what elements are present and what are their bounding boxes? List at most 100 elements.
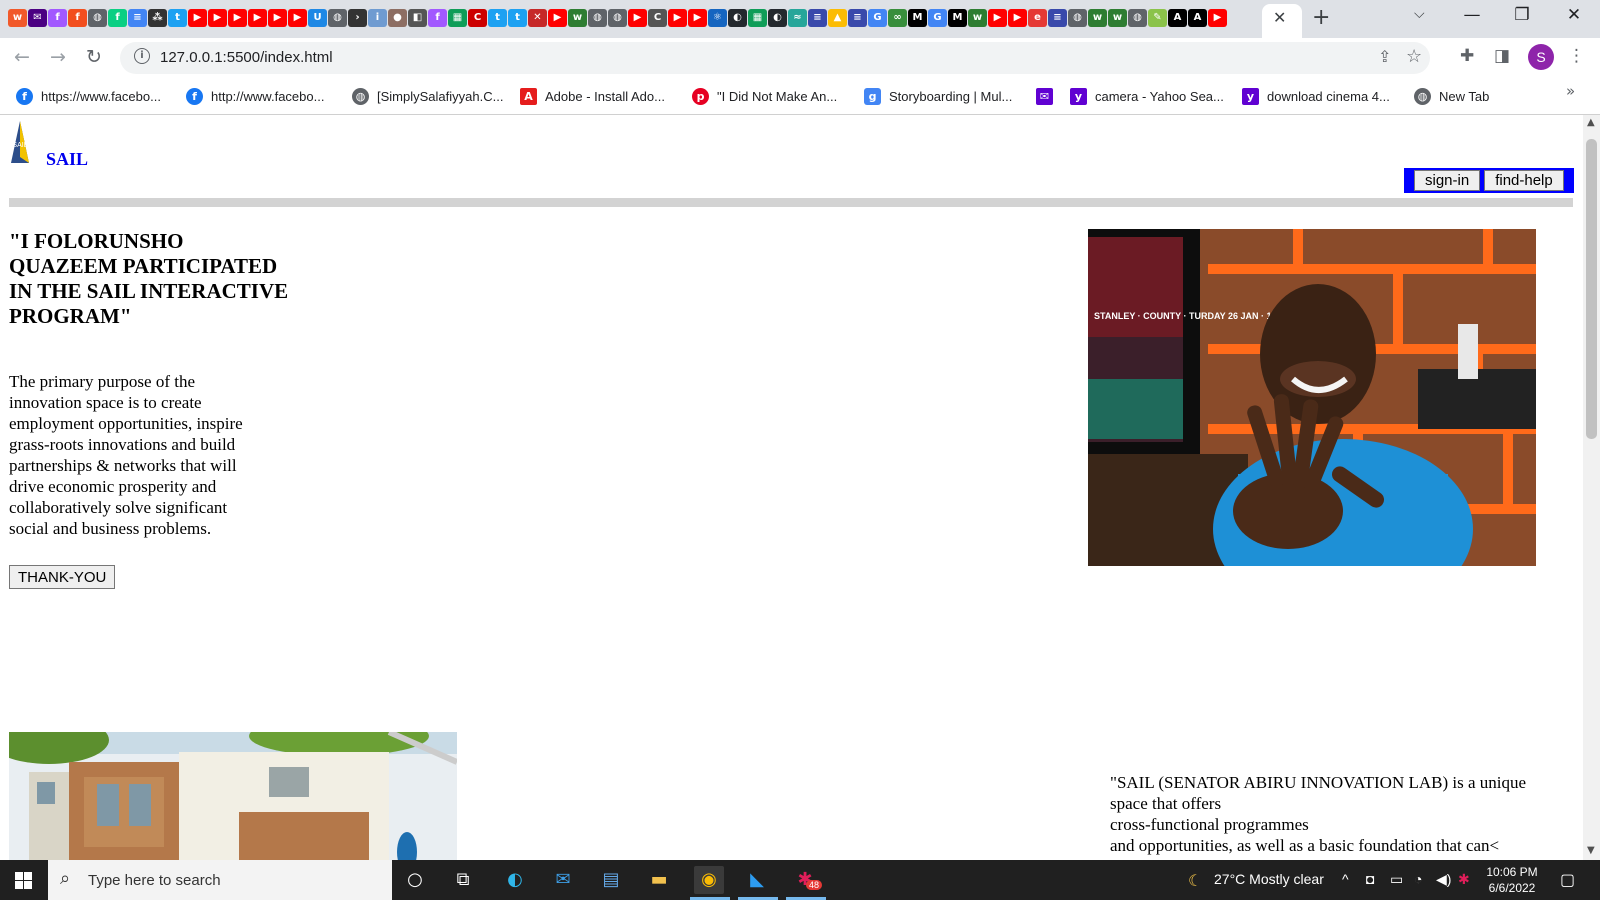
extensions-puzzle-icon[interactable]: ✚ (1460, 46, 1474, 66)
globe-tab-icon[interactable]: ◍ (1068, 9, 1087, 27)
more-bookmarks-icon[interactable]: » (1566, 82, 1575, 100)
meet-icon[interactable]: ◘ (1366, 871, 1374, 887)
twitter-tab-icon[interactable]: t (488, 9, 507, 27)
scroll-down-arrow-icon[interactable]: ▼ (1587, 845, 1595, 856)
globe-tab-icon[interactable]: ◍ (88, 9, 107, 27)
minimize-icon[interactable]: — (1452, 5, 1492, 25)
bookmark-item[interactable]: f https://www.facebo... (16, 86, 161, 106)
wattpad-tab-icon[interactable]: w (968, 9, 987, 27)
medium-tab-icon[interactable]: M (908, 9, 927, 27)
medium-tab-icon[interactable]: M (948, 9, 967, 27)
anime-tab-icon[interactable]: ● (388, 9, 407, 27)
twitter-tab-icon[interactable]: t (508, 9, 527, 27)
email-tab-icon[interactable]: e (1028, 9, 1047, 27)
youtube-tab-icon[interactable]: ▶ (548, 9, 567, 27)
bookmark-item[interactable]: ◍ New Tab (1414, 86, 1489, 106)
wattpad-tab-icon[interactable]: w (8, 9, 27, 27)
search-placeholder[interactable]: Type here to search (88, 872, 221, 889)
page-scrollbar[interactable]: ▲ ▼ (1583, 115, 1600, 860)
docs-tab-icon[interactable]: ≡ (128, 9, 147, 27)
youtube-tab-icon[interactable]: ▶ (1008, 9, 1027, 27)
restore-icon[interactable]: ❐ (1502, 5, 1542, 25)
wattpad-tab-icon[interactable]: w (568, 9, 587, 27)
site-info-icon[interactable]: i (134, 48, 150, 64)
address-bar[interactable]: i 127.0.0.1:5500/index.html ⇪ ☆ (120, 42, 1430, 74)
github-tab-icon[interactable]: ◐ (768, 9, 787, 27)
scroll-up-arrow-icon[interactable]: ▲ (1587, 117, 1595, 128)
bookmark-star-icon[interactable]: ☆ (1406, 46, 1422, 67)
pen-tab-icon[interactable]: ✎ (1148, 9, 1167, 27)
globe-tab-icon[interactable]: ◍ (328, 9, 347, 27)
codeforces-tab-icon[interactable]: C (648, 9, 667, 27)
taskbar-search-box[interactable]: ⌕ Type here to search (48, 860, 392, 900)
google-tab-icon[interactable]: G (928, 9, 947, 27)
bookmark-item[interactable]: y download cinema 4... (1242, 86, 1390, 106)
tab-search-chevron-icon[interactable]: ⌵ (1414, 6, 1425, 22)
youtube-tab-icon[interactable]: ▶ (188, 9, 207, 27)
menu-kebab-icon[interactable]: ⋮ (1568, 46, 1585, 66)
thank-you-button[interactable]: THANK-YOU (9, 565, 116, 589)
back-arrow-icon[interactable]: ← (14, 46, 30, 68)
notification-icon[interactable]: ▢ (1560, 870, 1575, 889)
file-explorer-icon[interactable]: ▬ (644, 866, 674, 894)
calendar-tab-icon[interactable]: ▦ (748, 9, 767, 27)
shield-tab-icon[interactable]: ◧ (408, 9, 427, 27)
battery-icon[interactable]: ▭ (1390, 871, 1403, 888)
system-clock[interactable]: 10:06 PM 6/6/2022 (1476, 864, 1548, 896)
globe-tab-icon[interactable]: ◍ (588, 9, 607, 27)
link-tab-icon[interactable]: ∞ (888, 9, 907, 27)
github-tab-icon[interactable]: ◐ (728, 9, 747, 27)
microsoft-store-icon[interactable]: ▤ (596, 866, 626, 894)
udemy-tab-icon[interactable]: U (308, 9, 327, 27)
url-text[interactable]: 127.0.0.1:5500/index.html (160, 49, 333, 66)
youtube-tab-icon[interactable]: ▶ (208, 9, 227, 27)
bookmark-item[interactable]: A Adobe - Install Ado... (520, 86, 665, 106)
cortana-icon[interactable]: ○ (400, 866, 430, 894)
calendar-tab-icon[interactable]: ▦ (448, 9, 467, 27)
edge-icon[interactable]: ◐ (500, 866, 530, 894)
wattpad-tab-icon[interactable]: w (1108, 9, 1127, 27)
bookmark-item[interactable]: ◍ [SimplySalafiyyah.C... (352, 86, 503, 106)
windows-start-icon[interactable] (15, 872, 32, 889)
sign-in-button[interactable]: sign-in (1414, 170, 1481, 191)
docs-tab-icon[interactable]: ≡ (808, 9, 827, 27)
wattpad-tab-icon[interactable]: w (1088, 9, 1107, 27)
youtube-tab-icon[interactable]: ▶ (1208, 9, 1227, 27)
share-icon[interactable]: ⇪ (1378, 47, 1391, 66)
volume-icon[interactable]: ◀) (1436, 871, 1451, 888)
docs-tab-icon[interactable]: ≡ (1048, 9, 1067, 27)
task-view-icon[interactable]: ⧉ (448, 866, 478, 894)
side-panel-icon[interactable]: ◨ (1494, 46, 1510, 66)
slack-tray-icon[interactable]: ✱ (1458, 871, 1470, 888)
docs-tab-icon[interactable]: ≡ (848, 9, 867, 27)
globe-tab-icon[interactable]: ◍ (1128, 9, 1147, 27)
forward-arrow-icon[interactable]: → (50, 46, 66, 68)
mail-tab-icon[interactable]: ✉ (28, 9, 47, 27)
youtube-tab-icon[interactable]: ▶ (628, 9, 647, 27)
mail-icon[interactable]: ✉ (548, 866, 578, 894)
bookmark-item[interactable]: f http://www.facebo... (186, 86, 324, 106)
chrome-icon[interactable]: ◉ (694, 866, 724, 894)
vscode-icon[interactable]: ◣ (742, 866, 772, 894)
figma-tab-icon[interactable]: f (108, 9, 127, 27)
antenna-tab-icon[interactable]: ≈ (788, 9, 807, 27)
figma-tab-icon[interactable]: f (48, 9, 67, 27)
youtube-tab-icon[interactable]: ▶ (668, 9, 687, 27)
find-help-button[interactable]: find-help (1484, 170, 1564, 191)
close-window-icon[interactable]: ✕ (1554, 5, 1594, 25)
bookmark-item[interactable]: g Storyboarding | Mul... (864, 86, 1012, 106)
youtube-tab-icon[interactable]: ▶ (288, 9, 307, 27)
cnn-tab-icon[interactable]: C (468, 9, 487, 27)
youtube-tab-icon[interactable]: ▶ (228, 9, 247, 27)
youtube-tab-icon[interactable]: ▶ (988, 9, 1007, 27)
close-tab-icon[interactable]: ✕ (1273, 8, 1286, 27)
slack-tab-icon[interactable]: ⁂ (148, 9, 167, 27)
bookmark-item[interactable]: ✉ (1036, 86, 1053, 106)
google-tab-icon[interactable]: G (868, 9, 887, 27)
react-tab-icon[interactable]: ⚛ (708, 9, 727, 27)
wifi-icon[interactable]: ◔ (1414, 871, 1422, 887)
mendeley-tab-icon[interactable]: ✕ (528, 9, 547, 27)
bookmark-item[interactable]: y camera - Yahoo Sea... (1070, 86, 1224, 106)
show-hidden-icons-icon[interactable]: ^ (1342, 871, 1349, 887)
scrollbar-thumb[interactable] (1586, 139, 1597, 439)
